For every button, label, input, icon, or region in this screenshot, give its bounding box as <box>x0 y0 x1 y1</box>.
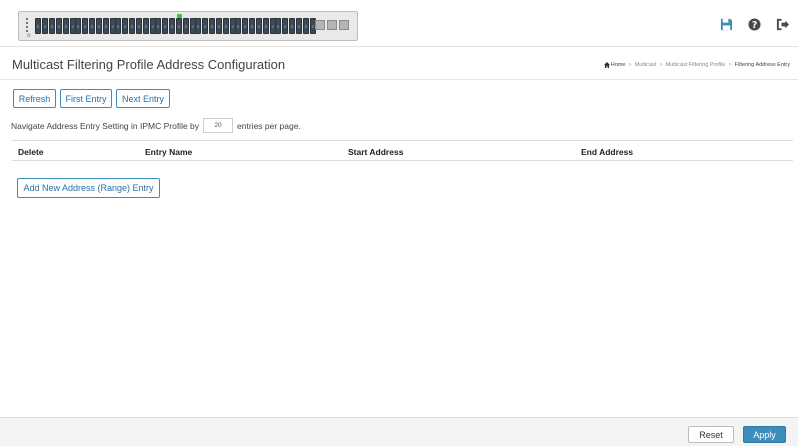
breadcrumb: Home > Multicast > Multicast Filtering P… <box>603 62 790 68</box>
port-group <box>235 18 276 34</box>
switch-port[interactable] <box>223 18 229 34</box>
switch-port[interactable] <box>263 18 269 34</box>
sfp-port[interactable] <box>339 20 349 30</box>
switch-port[interactable] <box>82 18 88 34</box>
home-icon <box>603 62 610 68</box>
switch-port[interactable] <box>155 18 161 34</box>
switch-port[interactable] <box>143 18 149 34</box>
switch-port[interactable] <box>176 18 182 34</box>
first-entry-button[interactable]: First Entry <box>60 89 112 108</box>
port-group <box>115 18 156 34</box>
switch-port[interactable] <box>63 18 69 34</box>
apply-button[interactable]: Apply <box>743 426 786 443</box>
top-bar: o ? <box>0 0 798 47</box>
switch-port[interactable] <box>42 18 48 34</box>
switch-port[interactable] <box>183 18 189 34</box>
logout-icon[interactable] <box>774 16 790 32</box>
column-entry-name: Entry Name <box>145 147 193 157</box>
next-entry-button[interactable]: Next Entry <box>116 89 170 108</box>
switch-port[interactable] <box>275 18 281 34</box>
breadcrumb-filtering-profile[interactable]: Multicast Filtering Profile <box>666 62 726 68</box>
switch-port-panel: o <box>18 11 358 41</box>
navigate-entries-line: Navigate Address Entry Setting in IPMC P… <box>11 118 301 133</box>
switch-port[interactable] <box>303 18 309 34</box>
switch-port[interactable] <box>195 18 201 34</box>
switch-port[interactable] <box>122 18 128 34</box>
breadcrumb-current: Filtering Address Entry <box>734 62 790 68</box>
save-icon[interactable] <box>718 16 734 32</box>
switch-port[interactable] <box>56 18 62 34</box>
column-start-address: Start Address <box>348 147 404 157</box>
bottom-bar: Reset Apply <box>0 417 798 446</box>
switch-port[interactable] <box>129 18 135 34</box>
navigate-suffix: entries per page. <box>237 120 301 131</box>
switch-port[interactable] <box>96 18 102 34</box>
switch-port[interactable] <box>296 18 302 34</box>
port-group <box>155 18 196 34</box>
switch-port[interactable] <box>242 18 248 34</box>
switch-port[interactable] <box>209 18 215 34</box>
switch-port[interactable] <box>249 18 255 34</box>
switch-port[interactable] <box>103 18 109 34</box>
title-bar: Multicast Filtering Profile Address Conf… <box>0 48 798 80</box>
add-address-entry-button[interactable]: Add New Address (Range) Entry <box>17 178 160 198</box>
address-entry-table: Delete Entry Name Start Address End Addr… <box>12 140 793 161</box>
switch-port[interactable] <box>256 18 262 34</box>
navigate-prefix: Navigate Address Entry Setting in IPMC P… <box>11 120 200 131</box>
switch-port[interactable] <box>216 18 222 34</box>
switch-port[interactable] <box>49 18 55 34</box>
power-indicator <box>26 18 29 32</box>
port-group <box>195 18 236 34</box>
switch-port[interactable] <box>202 18 208 34</box>
switch-port[interactable] <box>35 18 41 34</box>
sfp-port[interactable] <box>315 20 325 30</box>
sfp-port[interactable] <box>327 20 337 30</box>
port-group <box>75 18 116 34</box>
header-icons: ? <box>718 16 790 32</box>
column-delete: Delete <box>18 147 44 157</box>
port-link-led <box>177 14 182 18</box>
entries-per-page-input[interactable]: 20 <box>203 118 234 133</box>
switch-port[interactable] <box>136 18 142 34</box>
switch-port[interactable] <box>235 18 241 34</box>
port-group <box>35 18 76 34</box>
switch-port[interactable] <box>162 18 168 34</box>
port-group <box>275 18 316 34</box>
breadcrumb-multicast[interactable]: Multicast <box>635 62 657 68</box>
page-title: Multicast Filtering Profile Address Conf… <box>12 57 286 72</box>
reset-button[interactable]: Reset <box>688 426 734 443</box>
svg-text:?: ? <box>751 19 756 30</box>
switch-port[interactable] <box>169 18 175 34</box>
breadcrumb-home[interactable]: Home <box>603 62 625 68</box>
switch-port[interactable] <box>75 18 81 34</box>
switch-port[interactable] <box>282 18 288 34</box>
switch-port[interactable] <box>115 18 121 34</box>
column-end-address: End Address <box>581 147 634 157</box>
refresh-button[interactable]: Refresh <box>13 89 56 108</box>
help-icon[interactable]: ? <box>746 16 762 32</box>
switch-port[interactable] <box>289 18 295 34</box>
switch-port[interactable] <box>89 18 95 34</box>
